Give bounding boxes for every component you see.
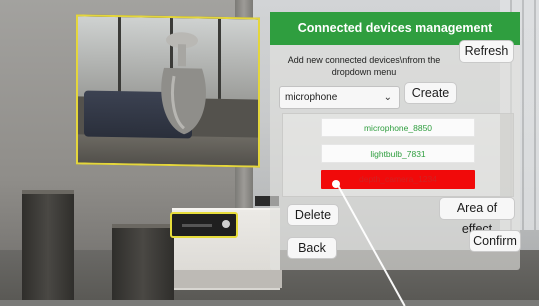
tv-cabinet-base bbox=[172, 270, 282, 288]
floor-speaker-center bbox=[112, 224, 174, 300]
devices-list-scrollbar[interactable] bbox=[500, 113, 514, 197]
photo-window-mullion bbox=[118, 17, 121, 98]
delete-button[interactable]: Delete bbox=[287, 204, 339, 226]
device-type-select[interactable]: microphone ⌄ bbox=[279, 86, 400, 109]
disc-slot bbox=[182, 224, 212, 227]
instructions-text: Add new connected devices\nfrom the drop… bbox=[287, 55, 441, 77]
device-item[interactable]: lightbulb_7831 bbox=[321, 144, 475, 163]
device-item[interactable]: microphone_8850 bbox=[321, 118, 475, 137]
framed-photo-highlighted[interactable] bbox=[76, 14, 260, 168]
create-button[interactable]: Create bbox=[404, 82, 457, 104]
confirm-button[interactable]: Confirm bbox=[469, 230, 521, 252]
refresh-button[interactable]: Refresh bbox=[459, 40, 514, 63]
power-button-icon bbox=[222, 220, 230, 228]
device-type-value: microphone bbox=[285, 92, 338, 103]
device-item-error[interactable]: depth_camera_1234 bbox=[321, 170, 475, 189]
photo-window-mullion bbox=[218, 18, 221, 100]
area-of-effect-button[interactable]: Area of effect bbox=[439, 197, 515, 236]
chevron-down-icon: ⌄ bbox=[383, 92, 392, 103]
photo-lamp bbox=[161, 32, 206, 135]
photo-floor bbox=[78, 134, 258, 168]
media-player-highlighted[interactable] bbox=[170, 212, 238, 238]
floor-speaker-left bbox=[22, 190, 74, 300]
back-button[interactable]: Back bbox=[287, 237, 337, 259]
pointer-cursor-icon bbox=[332, 180, 340, 188]
